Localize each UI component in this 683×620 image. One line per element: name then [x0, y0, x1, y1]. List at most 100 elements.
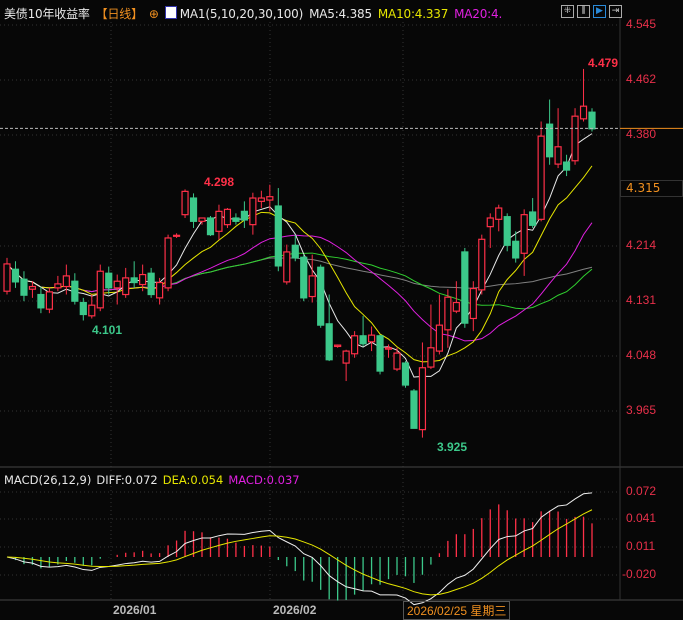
- skip-end-icon[interactable]: ⇥: [609, 5, 622, 18]
- candle-down: [359, 335, 367, 345]
- candle-down: [529, 211, 537, 226]
- annotation-low: 3.925: [437, 440, 468, 454]
- candle-up: [181, 190, 189, 216]
- dea-value: DEA:0.054: [162, 473, 224, 487]
- candle-down: [130, 277, 138, 284]
- candle-down: [512, 240, 520, 259]
- candle-down: [206, 217, 215, 236]
- candle-down: [147, 272, 155, 296]
- candle-up: [342, 350, 350, 364]
- diff-value: DIFF:0.072: [96, 473, 158, 487]
- candle-up: [367, 334, 376, 343]
- candle-down: [401, 362, 410, 386]
- y-tick: 3.965: [626, 403, 657, 417]
- y-tick: 4.048: [626, 348, 657, 362]
- candle-up: [266, 196, 274, 201]
- instrument-title: 美债10年收益率: [4, 7, 90, 21]
- candle-up: [215, 210, 223, 232]
- indicator-chart-icon[interactable]: [164, 6, 177, 19]
- candle-down: [503, 216, 511, 246]
- candle-down: [79, 301, 87, 316]
- candle-down: [546, 123, 554, 158]
- ma20-value: MA20:4.: [454, 7, 503, 21]
- chart-header: 美债10年收益率 【日线】 ⊕ MA1(5,10,20,30,100) MA5:4.38…: [4, 5, 508, 22]
- candle-down: [562, 161, 571, 171]
- candle-down: [240, 210, 248, 221]
- candle-up: [28, 285, 37, 290]
- candle-up: [198, 217, 206, 222]
- candle-down: [410, 390, 418, 429]
- candle-up: [452, 301, 460, 312]
- crosshair-target-icon[interactable]: ⊕: [149, 7, 159, 21]
- candle-up: [96, 270, 104, 309]
- candle-down: [291, 244, 299, 259]
- candle-up: [88, 304, 96, 317]
- ma5-line: [6, 133, 593, 378]
- candle-up: [444, 296, 452, 331]
- bar-range-icon[interactable]: ⫼: [577, 5, 590, 18]
- candle-down: [232, 217, 240, 222]
- y-tick: 4.214: [626, 238, 657, 252]
- candle-down: [37, 293, 45, 309]
- annotation-high: 4.298: [204, 175, 235, 189]
- candle-up: [308, 275, 316, 298]
- diff-line: [6, 492, 593, 606]
- macd-params[interactable]: MACD(26,12,9): [4, 473, 91, 487]
- candle-up: [283, 251, 291, 283]
- candle-up: [554, 146, 562, 165]
- candle-up: [571, 115, 579, 162]
- candle-down: [300, 256, 308, 299]
- ma100-line: [6, 257, 593, 293]
- macd-value: MACD:0.037: [228, 473, 300, 487]
- candle-up: [113, 280, 121, 289]
- ma10-value: MA10:4.337: [377, 7, 449, 21]
- candle-up: [172, 234, 181, 237]
- candle-up: [486, 217, 494, 228]
- candle-down: [588, 111, 596, 130]
- play-forward-icon[interactable]: ▶: [593, 5, 606, 18]
- candle-up: [3, 263, 11, 292]
- candle-up: [495, 207, 503, 220]
- y-tick: 4.131: [626, 293, 657, 307]
- candle-up: [122, 277, 130, 296]
- candle-down: [20, 278, 28, 296]
- chart-canvas[interactable]: [0, 0, 683, 619]
- candle-up: [223, 208, 232, 226]
- candle-up: [469, 287, 477, 320]
- candle-up: [139, 273, 147, 286]
- candle-up: [435, 324, 443, 352]
- grid-icon[interactable]: ⁜: [561, 5, 574, 18]
- y-tick: 4.380: [626, 127, 657, 141]
- ma-params[interactable]: MA1(5,10,20,30,100): [180, 7, 304, 21]
- candle-up: [418, 367, 427, 431]
- candle-up: [478, 238, 486, 291]
- macd-y-tick: -0.020: [622, 567, 657, 581]
- macd-header: MACD(26,12,9) DIFF:0.072 DEA:0.054 MACD:0.0…: [4, 473, 305, 487]
- candle-up: [249, 197, 257, 226]
- chart-toolbar: ⁜ ⫼ ▶ ⇥: [561, 5, 622, 18]
- candle-down: [189, 197, 198, 222]
- macd-y-tick: 0.041: [626, 511, 657, 525]
- annotation-high: 4.479: [588, 56, 619, 70]
- x-tick: 2026/01: [113, 603, 157, 617]
- candle-down: [317, 266, 325, 326]
- y-tick: 4.545: [626, 17, 657, 31]
- candle-up: [156, 281, 164, 299]
- cursor-date-label: 2026/02/25 星期三: [403, 601, 511, 620]
- dea-line: [6, 509, 593, 596]
- candle-down: [325, 323, 333, 361]
- ma30-line: [6, 252, 593, 310]
- candle-up: [257, 197, 265, 202]
- candle-up: [351, 335, 359, 355]
- candle-up: [45, 291, 53, 310]
- candle-up: [520, 214, 528, 254]
- candle-up: [427, 347, 435, 368]
- ma5-value: MA5:4.385: [309, 7, 372, 21]
- macd-y-tick: 0.011: [626, 539, 656, 553]
- candle-up: [62, 275, 70, 288]
- candle-up: [537, 135, 545, 220]
- x-tick: 2026/02: [273, 603, 317, 617]
- period-label[interactable]: 【日线】: [96, 7, 143, 21]
- candle-up: [384, 347, 393, 350]
- candle-down: [461, 251, 469, 324]
